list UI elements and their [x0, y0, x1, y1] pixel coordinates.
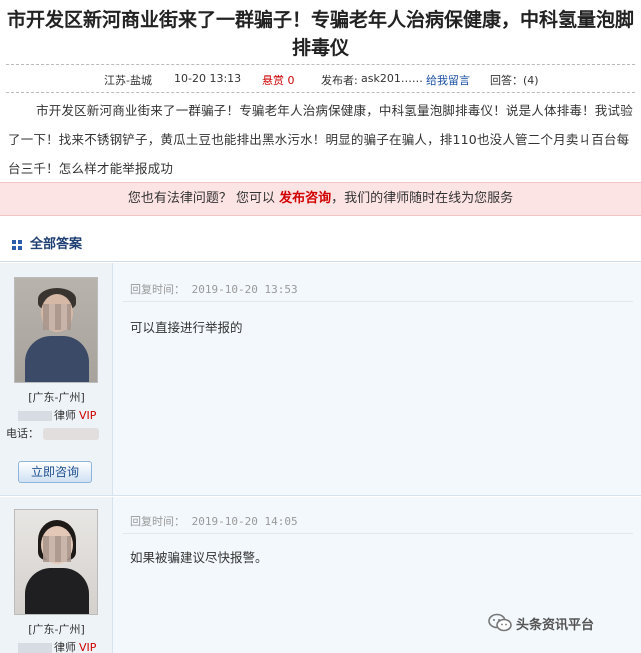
reply-text: 可以直接进行举报的: [130, 320, 243, 335]
reply-text: 如果被骗建议尽快报警。: [130, 550, 268, 565]
vip-badge: VIP: [79, 409, 97, 422]
phone-label: 电话：: [6, 427, 39, 440]
watermark-text: 头条资讯平台: [516, 618, 595, 633]
divider: [123, 533, 633, 534]
consult-now-button[interactable]: 立即咨询: [18, 461, 92, 483]
location: 江苏-盐城: [104, 74, 152, 87]
lawyer-suffix: 律师: [54, 641, 76, 653]
reward: 悬赏 0: [262, 74, 295, 87]
reply-time: 回复时间： 2019-10-20 14:05: [130, 515, 298, 528]
divider: [6, 92, 635, 93]
question-meta: 江苏-盐城 10-20 13:13 悬赏 0 发布者: ask201…… 给我留…: [0, 70, 641, 88]
lawyer-avatar[interactable]: [14, 277, 98, 383]
vip-badge: VIP: [79, 641, 97, 653]
consult-promo-bar: 您也有法律问题？ 您可以 发布咨询，我们的律师随时在线为您服务: [0, 182, 641, 216]
masked-name: [18, 643, 52, 653]
answers-count: 回答：(4): [490, 74, 539, 87]
message-link[interactable]: 给我留言: [426, 72, 470, 88]
poster-name[interactable]: ask201……: [361, 72, 423, 85]
question-title: 市开发区新河商业街来了一群骗子！专骗老年人治病保健康，中科氢量泡脚排毒仪: [6, 9, 634, 59]
lawyer-card: [广东-广州] 律师 VIP: [0, 497, 113, 653]
answers-section-title: 全部答案: [30, 237, 83, 252]
answer-item: [广东-广州] 律师 VIP 电话： 立即咨询 回复时间： 2019-10-20 …: [0, 263, 641, 496]
question-body: 市开发区新河商业街来了一群骗子！专骗老年人治病保健康，中科氢量泡脚排毒仪！说是人…: [8, 103, 633, 176]
lawyer-title[interactable]: 律师 VIP: [18, 407, 96, 423]
poster-label: 发布者:: [321, 74, 358, 87]
post-time: 10-20 13:13: [174, 72, 242, 85]
lawyer-title[interactable]: 律师 VIP: [18, 639, 96, 653]
promo-text-end: ，我们的律师随时在线为您服务: [331, 191, 514, 206]
reply-time: 回复时间： 2019-10-20 13:53: [130, 283, 298, 296]
lawyer-region: [广东-广州]: [28, 391, 85, 404]
masked-name: [18, 411, 52, 421]
wechat-icon: [488, 613, 512, 632]
divider: [123, 301, 633, 302]
divider: [6, 64, 635, 65]
lawyer-card: [广东-广州] 律师 VIP 电话： 立即咨询: [0, 263, 113, 495]
lawyer-phone: 电话：: [6, 425, 99, 441]
grid-icon: [12, 240, 22, 250]
answer-content: 回复时间： 2019-10-20 13:53 可以直接进行举报的: [113, 263, 641, 495]
lawyer-region: [广东-广州]: [28, 623, 85, 636]
lawyer-suffix: 律师: [54, 409, 76, 422]
answers-section-header: 全部答案: [0, 228, 641, 262]
masked-phone: [43, 428, 99, 440]
promo-text: 您也有法律问题？ 您可以: [127, 191, 275, 206]
publish-consult-link[interactable]: 发布咨询: [279, 191, 331, 206]
lawyer-avatar[interactable]: [14, 509, 98, 615]
